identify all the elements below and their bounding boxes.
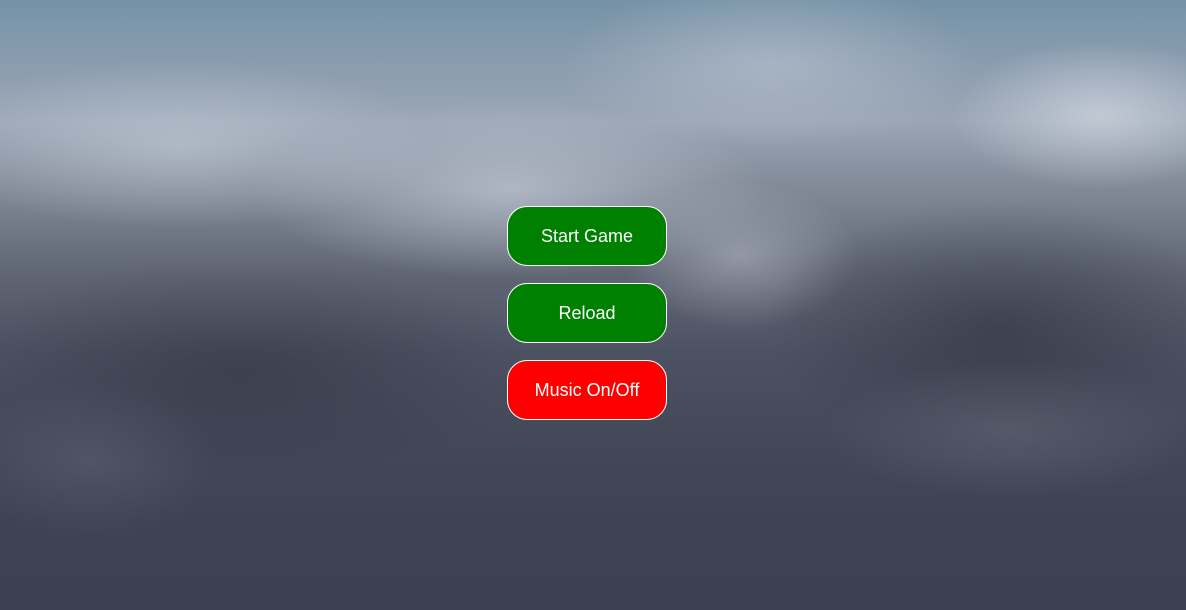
cloud-shape bbox=[0, 60, 440, 230]
cloud-shape bbox=[0, 260, 540, 480]
cloud-shape bbox=[760, 200, 1186, 460]
reload-button[interactable]: Reload bbox=[507, 283, 667, 343]
cloud-shape bbox=[820, 360, 1186, 500]
cloud-shape bbox=[0, 380, 220, 540]
main-menu: Start Game Reload Music On/Off bbox=[507, 206, 667, 437]
music-toggle-button[interactable]: Music On/Off bbox=[507, 360, 667, 420]
cloud-shape bbox=[560, 0, 980, 150]
start-game-button[interactable]: Start Game bbox=[507, 206, 667, 266]
cloud-shape bbox=[950, 40, 1186, 190]
